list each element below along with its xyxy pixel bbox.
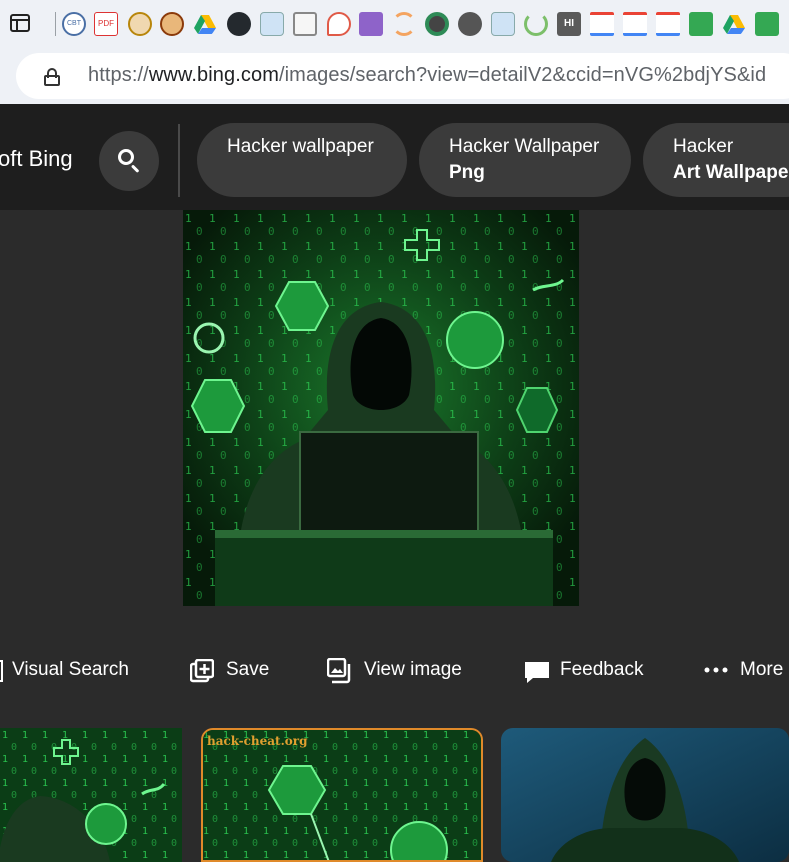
arc-icon[interactable] [392,12,416,36]
related-search-chip[interactable]: Hacker Art Wallpaper [643,123,789,197]
visual-search-button[interactable]: Visual Search [12,659,129,681]
pdf-icon[interactable]: PDF [94,12,118,36]
google-drive-icon[interactable] [722,12,746,36]
triangle-icon[interactable] [458,12,482,36]
main-image-hacker[interactable]: 1 0 [183,210,579,606]
chat-bubble-icon[interactable] [327,12,351,36]
divider [178,124,180,197]
brand-logo-text[interactable]: oft Bing [0,146,73,172]
gmail-icon[interactable] [590,12,614,36]
related-search-chip[interactable]: Hacker wallpaper [197,123,407,197]
more-icon [704,667,728,673]
visual-search-icon [0,660,3,682]
circle-icon[interactable] [425,12,449,36]
related-image-thumbnail-selected[interactable]: hack-cheat.org [201,728,483,862]
chip-label: Hacker wallpaper [227,136,374,157]
chip-label: Hacker Wallpaper [449,136,600,157]
view-image-icon [327,658,351,684]
avatar-icon[interactable] [491,12,515,36]
github-icon[interactable] [227,12,251,36]
chip-label-bold: Art Wallpaper [673,162,789,183]
related-image-thumbnail[interactable] [501,728,789,862]
related-image-thumbnail[interactable]: 1 0 [0,728,182,862]
save-collection-icon [190,659,214,683]
separator [55,12,56,36]
sheets-icon[interactable] [755,12,779,36]
leaf-icon[interactable] [524,12,548,36]
avatar-icon[interactable] [260,12,284,36]
cbt-icon[interactable]: CBT [62,12,86,36]
list-icon[interactable] [359,12,383,36]
save-button[interactable]: Save [226,659,269,681]
tab-strip-icon[interactable] [10,14,30,32]
more-button[interactable]: More [740,659,783,681]
gmail-icon[interactable] [656,12,680,36]
thumbnail-watermark: hack-cheat.org [207,734,308,748]
feedback-icon [525,662,549,683]
chip-label: Hacker [673,136,734,157]
signature-icon[interactable] [293,12,317,36]
emblem-icon[interactable] [160,12,184,36]
url-text[interactable]: https://www.bing.com/images/search?view=… [88,64,766,87]
search-icon [118,149,134,165]
related-search-chip[interactable]: Hacker Wallpaper Png [419,123,631,197]
lock-icon[interactable] [44,68,60,86]
hi-icon[interactable]: HI [557,12,581,36]
google-drive-icon[interactable] [193,12,217,36]
feedback-button[interactable]: Feedback [560,659,643,681]
view-image-button[interactable]: View image [364,659,462,681]
emblem-icon[interactable] [128,12,152,36]
chip-label-bold: Png [449,162,485,183]
related-image [203,730,481,860]
search-button[interactable] [99,131,159,191]
browser-toolbar: CBT PDF HI [0,0,789,48]
gmail-icon[interactable] [623,12,647,36]
sheets-icon[interactable] [689,12,713,36]
